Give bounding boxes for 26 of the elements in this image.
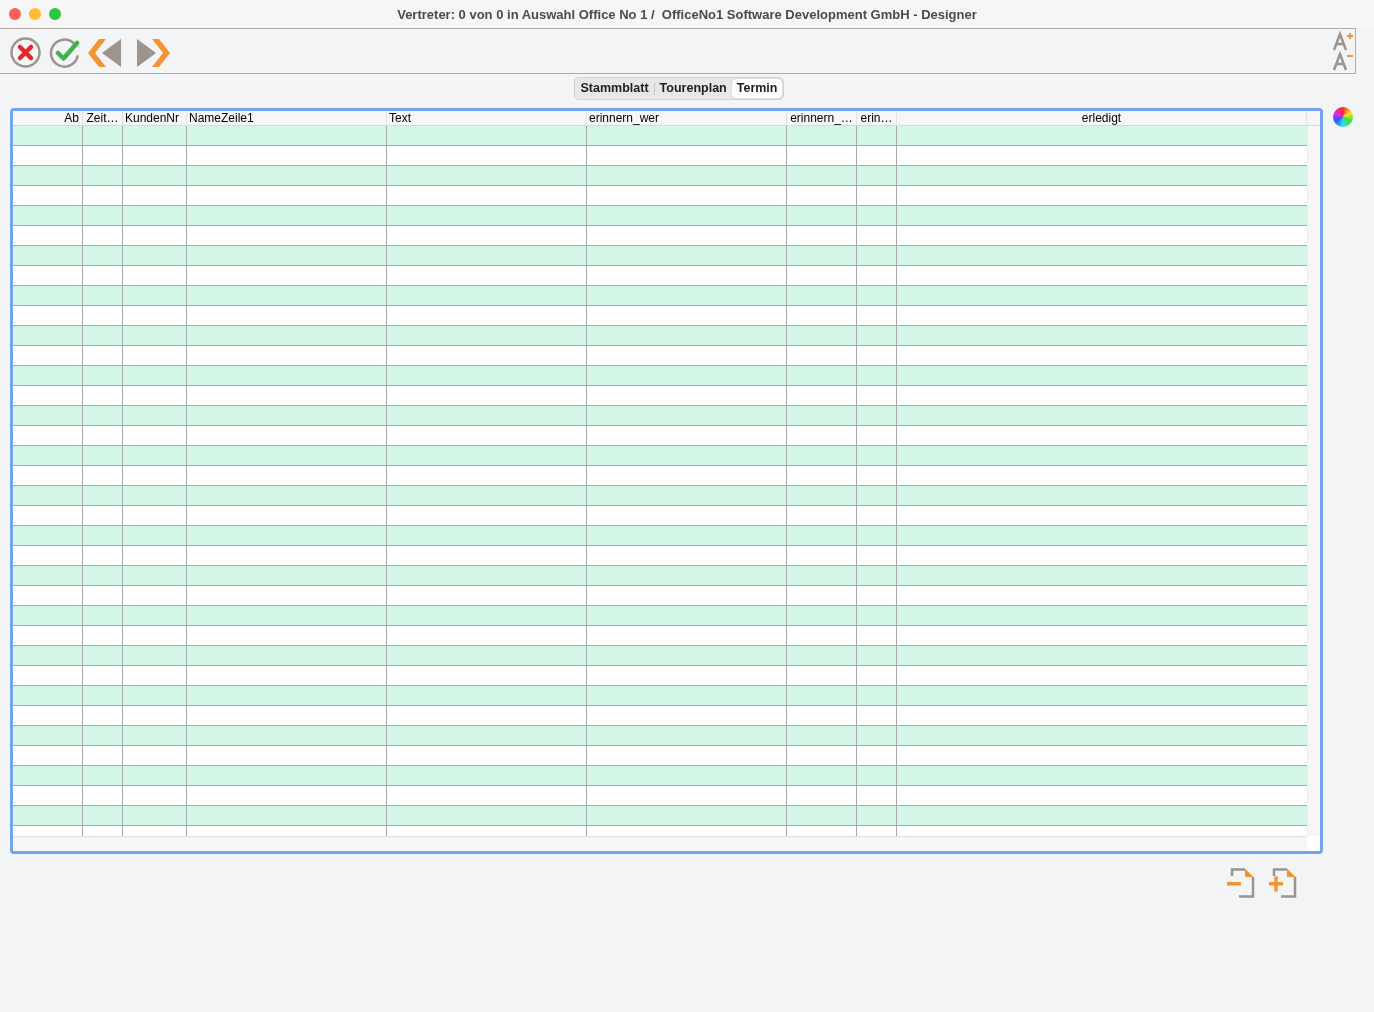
document-minus-icon[interactable]: [1227, 867, 1255, 899]
tab[interactable]: Termin: [731, 79, 783, 98]
vertical-scrollbar[interactable]: [1307, 126, 1320, 836]
column-header[interactable]: Ab: [13, 111, 83, 125]
horizontal-scrollbar[interactable]: [13, 836, 1307, 851]
column-header[interactable]: Text: [387, 111, 587, 125]
column-header[interactable]: erin…: [857, 111, 897, 125]
document-plus-icon[interactable]: [1269, 867, 1297, 899]
window-title: Vertreter: 0 von 0 in Auswahl Office No 1 / OfficeNo1 Software Development GmbH - Designer: [397, 7, 977, 21]
text-size-icon[interactable]: [1332, 31, 1354, 71]
close-icon[interactable]: [10, 37, 41, 68]
window-minimize-icon[interactable]: [29, 8, 41, 20]
column-header[interactable]: erinnern_…: [787, 111, 857, 125]
double-right-arrow-icon[interactable]: [137, 37, 170, 68]
column-header[interactable]: NameZeile1: [187, 111, 387, 125]
column-header[interactable]: Zeit…: [83, 111, 123, 125]
column-header[interactable]: erledigt: [897, 111, 1307, 125]
double-left-arrow-icon[interactable]: [88, 37, 121, 68]
window-close-icon[interactable]: [9, 8, 21, 20]
tab[interactable]: Stammblatt: [575, 79, 654, 98]
checkmark-icon[interactable]: [49, 37, 80, 68]
color-wheel-icon[interactable]: [1333, 107, 1353, 127]
column-header[interactable]: KundenNr: [123, 111, 187, 125]
column-header[interactable]: erinnern_wer: [587, 111, 787, 125]
tab[interactable]: Tourenplan: [654, 79, 732, 98]
window-zoom-icon[interactable]: [49, 8, 61, 20]
